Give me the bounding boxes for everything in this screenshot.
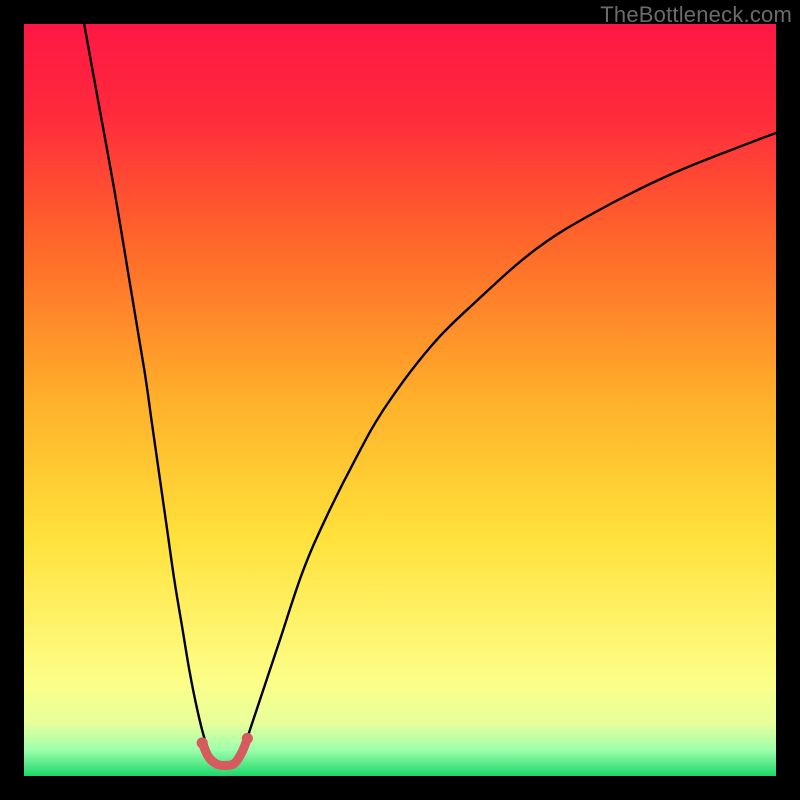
chart-frame xyxy=(24,24,776,776)
chart-background xyxy=(24,24,776,776)
chart-plot xyxy=(24,24,776,776)
series-marker-cluster-endpoint xyxy=(197,737,208,748)
series-marker-cluster-endpoint xyxy=(242,733,253,744)
watermark-text: TheBottleneck.com xyxy=(600,2,792,28)
